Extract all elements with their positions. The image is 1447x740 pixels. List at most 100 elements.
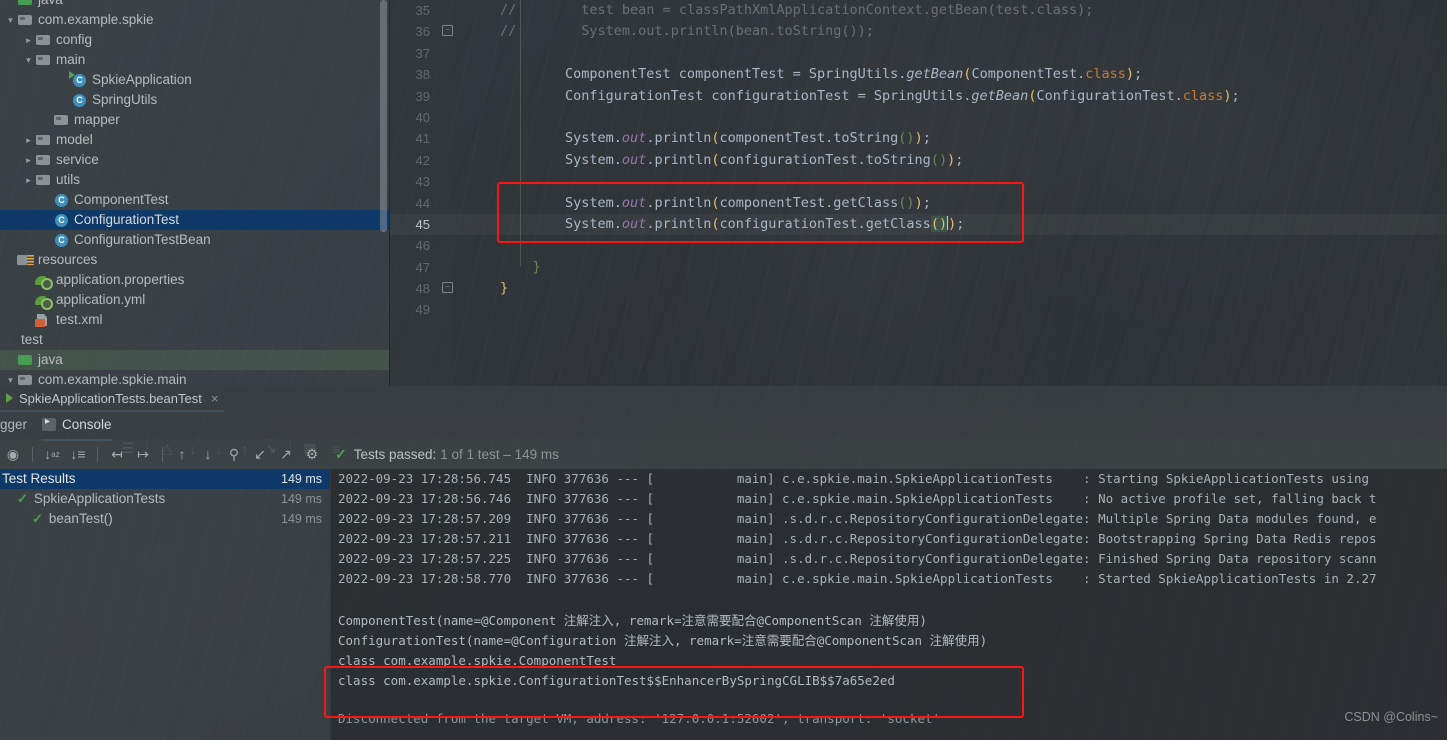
tree-item-label: SpringUtils xyxy=(92,92,158,107)
code-line[interactable]: 38 ComponentTest componentTest = SpringU… xyxy=(390,64,1447,85)
resources-folder-icon xyxy=(17,252,34,268)
chevron-right-icon[interactable]: ▸ xyxy=(22,30,35,50)
test-result-row[interactable]: Test Results 149 ms xyxy=(0,469,330,489)
chevron-right-icon[interactable]: ▸ xyxy=(22,170,35,190)
tree-item-model[interactable]: ▸ model xyxy=(0,130,389,150)
console-output-panel[interactable]: 2022-09-23 17:28:56.745 INFO 377636 --- … xyxy=(331,469,1447,740)
code-line[interactable]: 49 xyxy=(390,299,1447,320)
project-tree[interactable]: java▾com.example.spkie▸config▾mainSpkieA… xyxy=(0,0,389,386)
tree-item-label: application.properties xyxy=(56,272,185,287)
code-line[interactable]: 44 System.out.println(componentTest.getC… xyxy=(390,193,1447,214)
previous-failed-icon[interactable]: ↑ xyxy=(169,439,195,469)
tree-item-application-properties[interactable]: application.properties xyxy=(0,270,389,290)
tree-item-mapper[interactable]: mapper xyxy=(0,110,389,130)
code-line[interactable]: 47 } xyxy=(390,257,1447,278)
chevron-down-icon[interactable]: ▾ xyxy=(4,10,17,30)
code-line[interactable]: 37 xyxy=(390,43,1447,64)
line-number: 44 xyxy=(415,195,430,211)
package-icon xyxy=(35,32,52,48)
tab-debugger-partial[interactable]: gger xyxy=(0,410,27,439)
code-editor[interactable]: 35 // test bean = classPathXmlApplication… xyxy=(390,0,1447,386)
code-line[interactable]: 39 ConfigurationTest configurationTest =… xyxy=(390,86,1447,107)
code-line[interactable]: 45 System.out.println(configurationTest.… xyxy=(390,214,1447,235)
code-token: class xyxy=(1182,87,1224,104)
tree-item-spkieapplication[interactable]: SpkieApplication xyxy=(0,70,389,90)
chevron-right-icon[interactable]: ▸ xyxy=(22,130,35,150)
spring-yaml-icon xyxy=(35,292,53,310)
next-failed-icon[interactable]: ↓ xyxy=(195,439,221,469)
expand-all-icon[interactable]: ↤ xyxy=(104,439,130,469)
console-gap xyxy=(331,691,1447,709)
code-token: ; xyxy=(1231,87,1240,104)
export-tests-icon[interactable]: ↗ xyxy=(273,439,299,469)
console-log-line: 2022-09-23 17:28:57.209 INFO 377636 --- … xyxy=(338,511,1377,526)
code-line[interactable]: 46 xyxy=(390,235,1447,256)
code-token: ; xyxy=(922,130,931,147)
code-token: ) xyxy=(947,151,956,168)
code-line[interactable]: 36 // System.out.println(bean.toString())… xyxy=(390,21,1447,42)
code-line[interactable]: 48} xyxy=(390,278,1447,299)
tree-item-utils[interactable]: ▸ utils xyxy=(0,170,389,190)
package-icon xyxy=(35,172,52,188)
tree-item-componenttest[interactable]: ComponentTest xyxy=(0,190,389,210)
sort-by-duration-icon[interactable]: ↓≡ xyxy=(65,439,91,469)
package-icon xyxy=(35,52,52,68)
tree-item-java[interactable]: java xyxy=(0,350,389,370)
line-number: 39 xyxy=(415,88,430,104)
tab-console[interactable]: Console xyxy=(42,410,112,441)
tree-item-resources[interactable]: resources xyxy=(0,250,389,270)
editor-code-area[interactable]: 35 // test bean = classPathXmlApplication… xyxy=(390,0,1447,386)
code-line[interactable]: 43 xyxy=(390,171,1447,192)
project-tree-scrollbar[interactable] xyxy=(380,0,387,232)
chevron-down-icon[interactable]: ▾ xyxy=(22,50,35,70)
search-history-icon[interactable]: ⚲ xyxy=(221,439,247,469)
code-line[interactable]: 35 // test bean = classPathXmlApplication… xyxy=(390,0,1447,21)
chevron-right-icon[interactable]: ▸ xyxy=(22,150,35,170)
code-line[interactable]: 42 System.out.println(configurationTest.… xyxy=(390,150,1447,171)
editor-vertical-scrollbar[interactable] xyxy=(1435,0,1447,386)
sort-alphabetically-icon[interactable]: ↓ az xyxy=(39,439,65,469)
tree-item-test[interactable]: test xyxy=(0,330,389,350)
tree-item-main[interactable]: ▾ main xyxy=(0,50,389,70)
import-tests-icon[interactable]: ↙ xyxy=(247,439,273,469)
code-line-text: } xyxy=(500,278,508,299)
collapse-all-icon[interactable]: ↦ xyxy=(130,439,156,469)
tree-item-service[interactable]: ▸ service xyxy=(0,150,389,170)
xml-file-icon xyxy=(35,312,52,328)
run-tool-window[interactable]: SpkieApplicationTests.beanTest × gger Co… xyxy=(0,386,1447,740)
test-result-row[interactable]: ✓ beanTest() 149 ms xyxy=(0,509,330,529)
code-token: ConfigurationTest configurationTest = Sp… xyxy=(500,87,972,104)
tree-item-configurationtest[interactable]: ConfigurationTest xyxy=(0,210,389,230)
tree-item-com-example-spkie[interactable]: ▾ com.example.spkie xyxy=(0,10,389,30)
settings-gear-icon[interactable]: ⚙ xyxy=(299,439,325,469)
tree-item-application-yml[interactable]: application.yml xyxy=(0,290,389,310)
folder-green-icon xyxy=(17,352,34,368)
tree-item-label: service xyxy=(56,152,99,167)
tree-item-configurationtestbean[interactable]: ConfigurationTestBean xyxy=(0,230,389,250)
code-line[interactable]: 40 xyxy=(390,107,1447,128)
tree-item-springutils[interactable]: SpringUtils xyxy=(0,90,389,110)
test-runner-toolbar[interactable]: ◉ ↓ az ↓≡ ↤ ↦ ↑ ↓ ⚲ ↙ ↗ ⚙ xyxy=(0,439,1447,469)
java-class-icon xyxy=(55,233,68,247)
tree-item-test-xml[interactable]: test.xml xyxy=(0,310,389,330)
fold-marker-icon[interactable]: − xyxy=(442,282,453,293)
fold-marker-icon[interactable]: − xyxy=(442,25,453,36)
test-result-row[interactable]: ✓ SpkieApplicationTests 149 ms xyxy=(0,489,330,509)
project-tool-window[interactable]: java▾com.example.spkie▸config▾mainSpkieA… xyxy=(0,0,389,386)
run-tab-beantest[interactable]: SpkieApplicationTests.beanTest × xyxy=(0,386,225,412)
code-token: test bean = classPathXmlApplicationConte… xyxy=(516,2,1094,18)
code-token: componentTest.getClass xyxy=(719,194,899,211)
package-icon xyxy=(17,372,34,386)
tree-item-label: model xyxy=(56,132,93,147)
tree-item-com-example-spkie-main[interactable]: ▾ com.example.spkie.main xyxy=(0,370,389,386)
rerun-icon[interactable]: ◉ xyxy=(0,439,26,469)
code-line[interactable]: 41 System.out.println(componentTest.toSt… xyxy=(390,128,1447,149)
java-class-icon xyxy=(55,193,68,207)
chevron-down-icon[interactable]: ▾ xyxy=(4,370,17,386)
tree-item-config[interactable]: ▸ config xyxy=(0,30,389,50)
tree-item-java[interactable]: java xyxy=(0,0,389,10)
close-icon[interactable]: × xyxy=(211,391,219,406)
test-results-tree[interactable]: Test Results 149 ms ✓ SpkieApplicationTests… xyxy=(0,469,330,740)
java-class-icon xyxy=(73,93,86,107)
panel-divider[interactable] xyxy=(389,0,390,386)
